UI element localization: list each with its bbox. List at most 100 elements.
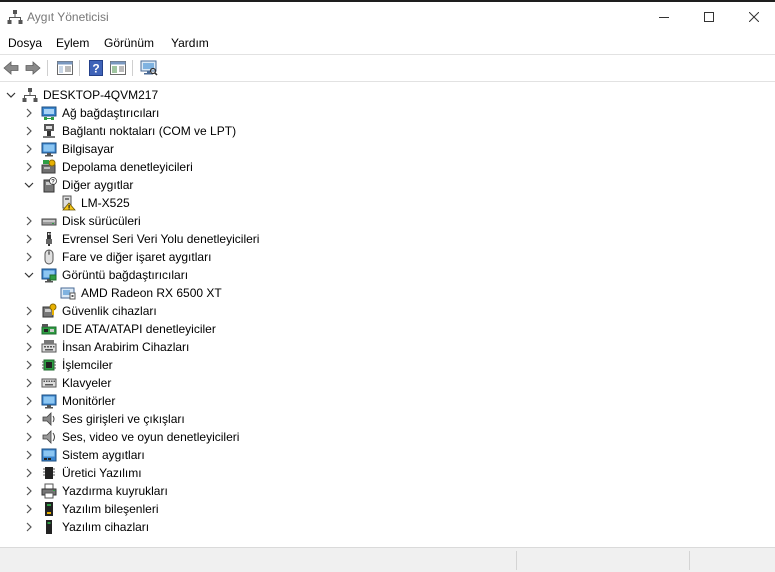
sound-controller-icon [42, 430, 55, 444]
tree-category-system-device[interactable]: Sistem aygıtları [0, 446, 775, 464]
expand-chevron-icon[interactable] [22, 340, 36, 354]
hid-icon [41, 340, 57, 353]
tree-category-software-component[interactable]: Yazılım bileşenleri [0, 500, 775, 518]
expand-chevron-icon[interactable] [22, 322, 36, 336]
status-divider [689, 551, 690, 570]
back-button[interactable] [2, 59, 20, 77]
tree-item-label: IDE ATA/ATAPI denetleyiciler [62, 322, 216, 336]
tree-category-printer[interactable]: Yazdırma kuyrukları [0, 482, 775, 500]
maximize-button[interactable] [686, 2, 732, 32]
tree-item-label: Üretici Yazılımı [62, 466, 142, 480]
expand-chevron-icon[interactable] [22, 250, 36, 264]
computer-root-icon [22, 88, 38, 102]
help-button[interactable]: ? [87, 59, 105, 77]
expand-chevron-icon[interactable] [22, 484, 36, 498]
monitor-icon [41, 394, 57, 409]
tree-item-label: Klavyeler [62, 376, 112, 390]
expand-chevron-icon[interactable] [22, 376, 36, 390]
toolbar-separator [79, 60, 80, 76]
scan-hardware-button[interactable] [140, 59, 158, 77]
tree-item-label: Güvenlik cihazları [62, 304, 157, 318]
properties-button[interactable] [109, 59, 127, 77]
device-tree[interactable]: DESKTOP-4QVM217 Ağ bağdaştırıcıları Bağla… [0, 84, 775, 546]
svg-text:?: ? [92, 62, 99, 76]
tree-category-computer[interactable]: Bilgisayar [0, 140, 775, 158]
close-button[interactable] [731, 2, 775, 32]
warning-device-icon [62, 195, 76, 211]
mouse-icon [44, 249, 54, 265]
tree-category-display-adapter[interactable]: Görüntü bağdaştırıcıları [0, 266, 775, 284]
tree-item-label: Monitörler [62, 394, 116, 408]
tree-category-security-device[interactable]: Güvenlik cihazları [0, 302, 775, 320]
tree-device-gpu[interactable]: AMD Radeon RX 6500 XT [0, 284, 775, 302]
expand-chevron-icon[interactable] [22, 214, 36, 228]
menu-dosya[interactable]: Dosya [8, 36, 42, 50]
tree-root[interactable]: DESKTOP-4QVM217 [0, 86, 775, 104]
expand-chevron-icon[interactable] [22, 160, 36, 174]
title-bar[interactable]: Aygıt Yöneticisi [0, 2, 775, 32]
tree-category-hid[interactable]: İnsan Arabirim Cihazları [0, 338, 775, 356]
expand-chevron-icon[interactable] [22, 358, 36, 372]
expand-chevron-icon[interactable] [22, 430, 36, 444]
tree-category-monitor[interactable]: Monitörler [0, 392, 775, 410]
expand-chevron-icon[interactable] [22, 394, 36, 408]
menu-gorunum[interactable]: Görünüm [104, 36, 154, 50]
tree-category-disk-drive[interactable]: Disk sürücüleri [0, 212, 775, 230]
collapse-chevron-icon[interactable] [4, 88, 18, 102]
storage-controller-icon [41, 159, 56, 174]
expand-chevron-icon[interactable] [22, 232, 36, 246]
expand-chevron-icon[interactable] [22, 106, 36, 120]
software-device-icon [46, 520, 52, 534]
tree-category-processor[interactable]: İşlemciler [0, 356, 775, 374]
tree-category-port[interactable]: Bağlantı noktaları (COM ve LPT) [0, 122, 775, 140]
menu-eylem[interactable]: Eylem [56, 36, 89, 50]
expand-chevron-icon[interactable] [22, 448, 36, 462]
minimize-icon [659, 17, 669, 18]
show-hide-tree-icon [57, 61, 73, 75]
tree-device-warning-device[interactable]: LM-X525 [0, 194, 775, 212]
menu-yardim[interactable]: Yardım [171, 36, 209, 50]
expand-chevron-icon[interactable] [22, 502, 36, 516]
show-hide-tree-button[interactable] [56, 59, 74, 77]
toolbar-separator [132, 60, 133, 76]
expand-chevron-icon[interactable] [22, 304, 36, 318]
forward-button[interactable] [24, 59, 42, 77]
toolbar: ? [0, 54, 775, 82]
tree-category-unknown-device[interactable]: ? Diğer aygıtlar [0, 176, 775, 194]
printer-icon [41, 483, 57, 499]
expand-chevron-icon[interactable] [22, 466, 36, 480]
scan-hardware-icon [140, 60, 158, 76]
tree-category-keyboard[interactable]: Klavyeler [0, 374, 775, 392]
tree-root-label: DESKTOP-4QVM217 [43, 88, 159, 102]
tree-item-label: Bilgisayar [62, 142, 115, 156]
tree-category-network-adapter[interactable]: Ağ bağdaştırıcıları [0, 104, 775, 122]
tree-item-label: AMD Radeon RX 6500 XT [81, 286, 222, 300]
tree-category-software-device[interactable]: Yazılım cihazları [0, 518, 775, 536]
tree-item-label: Sistem aygıtları [62, 448, 145, 462]
tree-category-sound-controller[interactable]: Ses, video ve oyun denetleyicileri [0, 428, 775, 446]
tree-category-mouse[interactable]: Fare ve diğer işaret aygıtları [0, 248, 775, 266]
expand-chevron-icon[interactable] [22, 520, 36, 534]
keyboard-icon [41, 378, 57, 388]
collapse-chevron-icon[interactable] [22, 268, 36, 282]
tree-category-speaker[interactable]: Ses girişleri ve çıkışları [0, 410, 775, 428]
status-bar [0, 547, 775, 572]
toolbar-separator [47, 60, 48, 76]
tree-category-usb[interactable]: Evrensel Seri Veri Yolu denetleyicileri [0, 230, 775, 248]
collapse-chevron-icon[interactable] [22, 178, 36, 192]
security-device-icon [42, 303, 57, 318]
tree-category-firmware[interactable]: Üretici Yazılımı [0, 464, 775, 482]
help-icon: ? [89, 60, 103, 76]
expand-chevron-icon[interactable] [22, 124, 36, 138]
tree-category-ide-controller[interactable]: IDE ATA/ATAPI denetleyiciler [0, 320, 775, 338]
expand-chevron-icon[interactable] [22, 412, 36, 426]
status-divider [516, 551, 517, 570]
tree-item-label: Evrensel Seri Veri Yolu denetleyicileri [62, 232, 260, 246]
expand-chevron-icon[interactable] [22, 142, 36, 156]
device-manager-app-icon [7, 10, 23, 24]
back-icon [3, 61, 19, 75]
tree-category-storage-controller[interactable]: Depolama denetleyicileri [0, 158, 775, 176]
minimize-button[interactable] [641, 2, 687, 32]
tree-item-label: Yazdırma kuyrukları [62, 484, 168, 498]
port-icon [43, 124, 55, 138]
